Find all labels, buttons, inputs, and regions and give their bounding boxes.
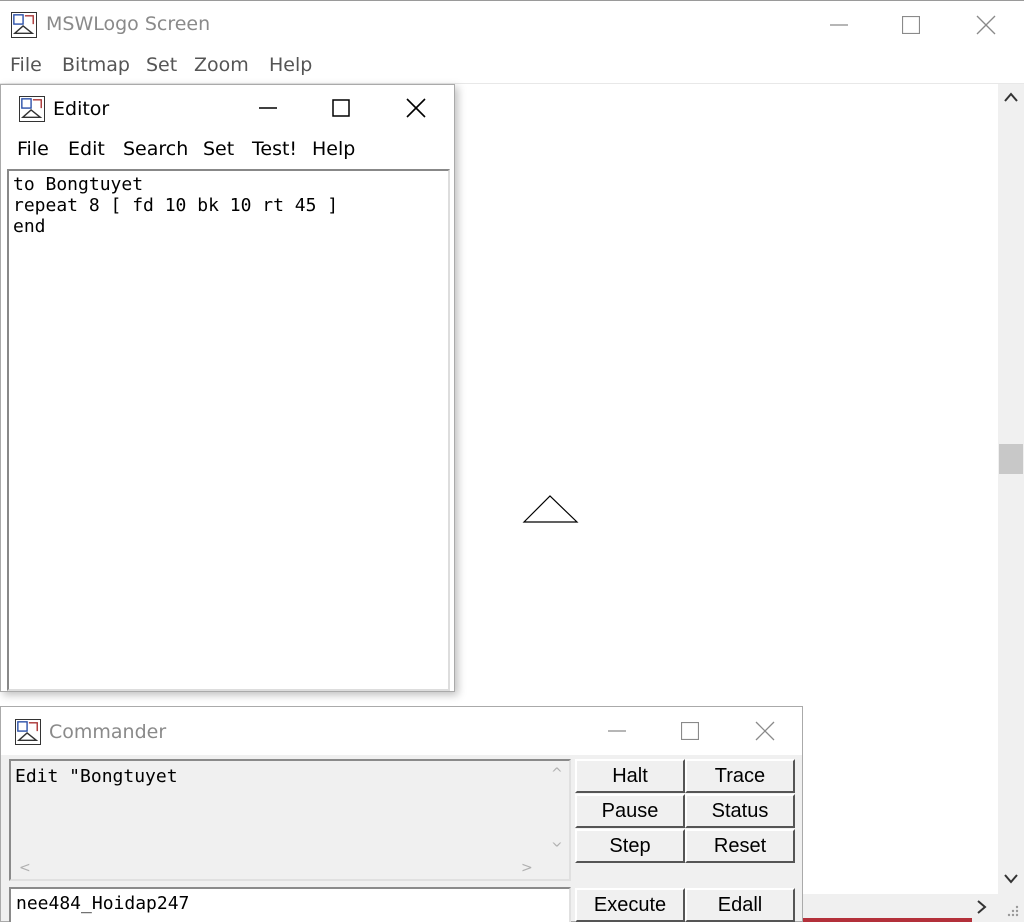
- menu-file[interactable]: File: [10, 54, 42, 76]
- vertical-scrollbar[interactable]: [998, 84, 1024, 894]
- maximize-icon: [902, 16, 920, 34]
- close-button[interactable]: [963, 2, 1009, 48]
- commander-close-button[interactable]: [742, 708, 788, 754]
- close-icon: [976, 15, 996, 35]
- editor-menu-set[interactable]: Set: [203, 138, 234, 160]
- scroll-right-icon[interactable]: [977, 900, 987, 914]
- vertical-scroll-thumb[interactable]: [999, 444, 1023, 474]
- menu-help[interactable]: Help: [269, 54, 312, 76]
- turtle-icon: [522, 495, 579, 523]
- scroll-up-icon[interactable]: [1004, 92, 1018, 102]
- menu-set[interactable]: Set: [146, 54, 177, 76]
- menu-bitmap[interactable]: Bitmap: [62, 54, 130, 76]
- taskbar-accent: [802, 918, 972, 922]
- editor-menu-search[interactable]: Search: [123, 138, 188, 160]
- maximize-icon: [332, 99, 350, 117]
- editor-menubar: File Edit Search Set Test! Help: [1, 131, 454, 167]
- command-history[interactable]: Edit "Bongtuyet ^ ^ < >: [9, 759, 571, 881]
- reset-button[interactable]: Reset: [685, 829, 795, 863]
- edall-button[interactable]: Edall: [685, 888, 795, 922]
- minimize-button[interactable]: [816, 2, 862, 48]
- editor-titlebar[interactable]: Editor: [1, 85, 454, 131]
- pause-button[interactable]: Pause: [575, 794, 685, 828]
- editor-menu-help[interactable]: Help: [312, 138, 355, 160]
- editor-maximize-button[interactable]: [318, 85, 364, 131]
- menu-zoom[interactable]: Zoom: [194, 54, 249, 76]
- editor-close-button[interactable]: [393, 85, 439, 131]
- chevron-up-icon[interactable]: ^: [551, 767, 563, 781]
- resize-grip-icon[interactable]: [1004, 902, 1020, 918]
- trace-button[interactable]: Trace: [685, 759, 795, 793]
- minimize-icon: [259, 107, 277, 109]
- command-input[interactable]: nee484_Hoidap247: [9, 887, 571, 922]
- scroll-down-icon[interactable]: [1004, 874, 1018, 884]
- commander-title: Commander: [49, 721, 167, 743]
- mswlogo-app-icon: [11, 12, 37, 38]
- execute-button[interactable]: Execute: [575, 888, 685, 922]
- editor-menu-test[interactable]: Test!: [252, 138, 297, 160]
- minimize-icon: [830, 24, 848, 26]
- chevron-left-icon[interactable]: <: [19, 861, 31, 875]
- editor-menu-edit[interactable]: Edit: [68, 138, 105, 160]
- editor-window: Editor File Edit Search Set Test! Help t…: [0, 84, 455, 692]
- history-text: Edit "Bongtuyet: [15, 766, 178, 787]
- editor-app-icon: [19, 96, 45, 122]
- commander-minimize-button[interactable]: [594, 708, 640, 754]
- chevron-right-icon[interactable]: >: [521, 861, 533, 875]
- horizontal-scrollbar[interactable]: [802, 894, 1024, 922]
- history-vertical-scrollbar[interactable]: ^ ^: [547, 761, 569, 857]
- maximize-button[interactable]: [888, 2, 934, 48]
- status-button[interactable]: Status: [685, 794, 795, 828]
- editor-menu-file[interactable]: File: [17, 138, 49, 160]
- main-menubar: File Bitmap Set Zoom Help: [0, 48, 1024, 84]
- halt-button[interactable]: Halt: [575, 759, 685, 793]
- commander-maximize-button[interactable]: [667, 708, 713, 754]
- close-icon: [755, 721, 775, 741]
- commander-titlebar[interactable]: Commander: [1, 707, 802, 755]
- history-horizontal-scrollbar[interactable]: < >: [11, 857, 551, 879]
- chevron-down-icon[interactable]: ^: [551, 832, 563, 848]
- commander-app-icon: [15, 719, 41, 745]
- editor-title: Editor: [53, 98, 110, 120]
- close-icon: [406, 98, 426, 118]
- main-titlebar: MSWLogo Screen: [0, 0, 1024, 48]
- commander-window: Commander Edit "Bongtuyet ^ ^ < > nee484…: [0, 706, 803, 922]
- window-title: MSWLogo Screen: [46, 13, 211, 35]
- step-button[interactable]: Step: [575, 829, 685, 863]
- maximize-icon: [681, 722, 699, 740]
- editor-minimize-button[interactable]: [245, 85, 291, 131]
- minimize-icon: [608, 730, 626, 732]
- editor-text-area[interactable]: to Bongtuyet repeat 8 [ fd 10 bk 10 rt 4…: [7, 169, 450, 691]
